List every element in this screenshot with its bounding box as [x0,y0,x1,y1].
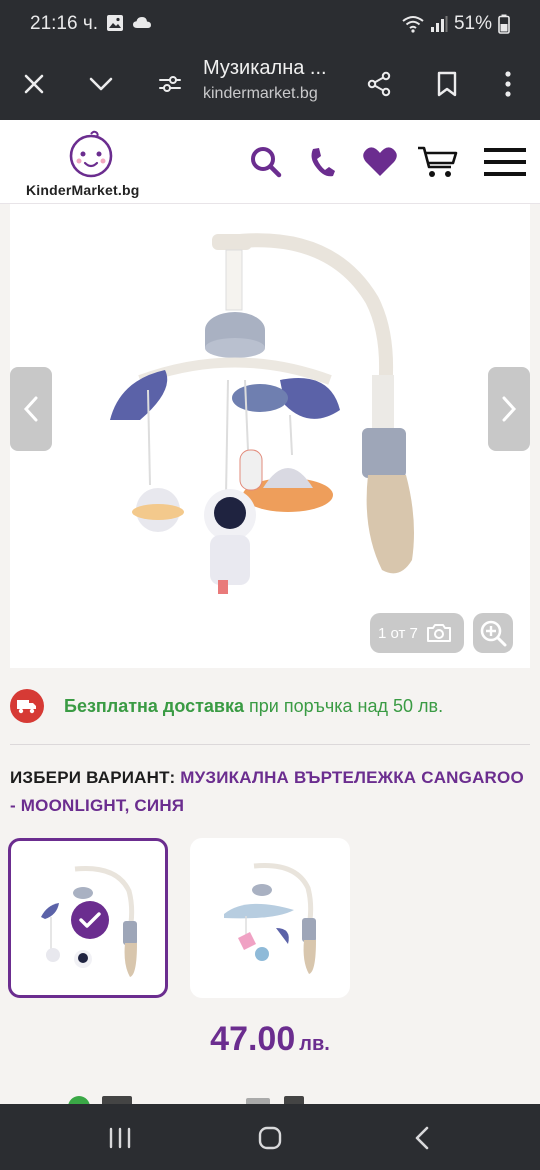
browser-toolbar: Музикална ... kindermarket.bg [0,48,540,120]
gallery-icon [107,15,123,31]
free-delivery-info: Безплатна доставка при поръчка над 50 лв… [10,686,530,726]
truck-icon [10,689,44,723]
product-price: 47.00 лв. [0,1020,540,1059]
recent-apps-icon [109,1127,131,1149]
status-right: 51% [402,13,510,35]
more-menu-button[interactable] [486,62,530,106]
zoom-button[interactable] [473,613,513,653]
delivery-text: Безплатна доставка при поръчка над 50 лв… [64,696,443,717]
status-time: 21:16 ч. [30,13,99,34]
checkmark-icon [79,912,101,928]
logo-text: KinderMarket.bg [26,182,140,198]
menu-button[interactable] [482,142,528,182]
bookmark-button[interactable] [425,62,469,106]
home-button[interactable] [250,1118,290,1158]
site-header: KinderMarket.bg [0,120,540,204]
notification-icons [106,14,152,32]
zoom-in-icon [480,620,507,647]
site-logo[interactable]: KinderMarket.bg [24,128,164,200]
product-image [110,233,414,594]
camera-icon [426,624,451,642]
image-counter[interactable]: 1 от 7 [370,613,464,653]
variant-thumbnail [224,862,316,974]
gallery-next-button[interactable] [488,367,530,451]
baby-face-icon [69,130,113,178]
heart-icon [363,147,397,176]
phone-icon [311,148,335,177]
share-button[interactable] [357,62,401,106]
minimize-button[interactable] [79,62,123,106]
selected-check-badge [71,901,109,939]
bookmark-icon [437,71,457,97]
chevron-down-icon [89,77,113,91]
product-gallery[interactable]: 1 от 7 [10,204,530,668]
search-button[interactable] [246,142,286,182]
hamburger-menu-icon [484,148,526,176]
divider [10,744,530,745]
variant-label: ИЗБЕРИ ВАРИАНТ: [10,768,181,787]
battery-percent: 51% [453,13,492,34]
cart-button[interactable] [416,142,460,182]
delivery-bold-text: Безплатна доставка [64,695,245,716]
recent-apps-button[interactable] [100,1118,140,1158]
search-icon [251,147,282,178]
chevron-left-icon [23,396,38,422]
back-icon [415,1126,429,1150]
home-icon [258,1126,282,1150]
page-info[interactable]: Музикална ... kindermarket.bg [203,54,353,106]
cloud-icon [133,17,151,28]
phone-button[interactable] [302,142,342,182]
image-counter-text: 1 от 7 [378,624,418,642]
signal-icon [430,16,448,32]
close-icon [24,74,44,94]
share-icon [367,71,391,97]
variant-option-moonlight-blue[interactable] [8,838,168,998]
system-navigation-bar [0,1104,540,1170]
variant-heading: ИЗБЕРИ ВАРИАНТ: МУЗИКАЛНА ВЪРТЕЛЕЖКА CAN… [10,764,530,820]
page-url: kindermarket.bg [203,85,318,102]
page-title: Музикална ... [203,57,327,79]
cart-icon [418,146,458,177]
wifi-icon [402,16,424,33]
tune-icon [159,76,181,92]
gallery-prev-button[interactable] [10,367,52,451]
site-settings-button[interactable] [148,62,192,106]
more-vertical-icon [505,71,511,97]
chevron-right-icon [502,396,517,422]
wishlist-button[interactable] [360,142,400,182]
battery-icon [498,14,510,34]
price-amount: 47.00 [210,1020,296,1058]
back-button[interactable] [402,1118,442,1158]
variant-option-2[interactable] [190,838,350,998]
status-bar: 21:16 ч. 51% [0,0,540,48]
close-tab-button[interactable] [12,62,56,106]
price-currency: лв. [299,1033,330,1055]
delivery-rest-text: при поръчка над 50 лв. [244,695,444,716]
